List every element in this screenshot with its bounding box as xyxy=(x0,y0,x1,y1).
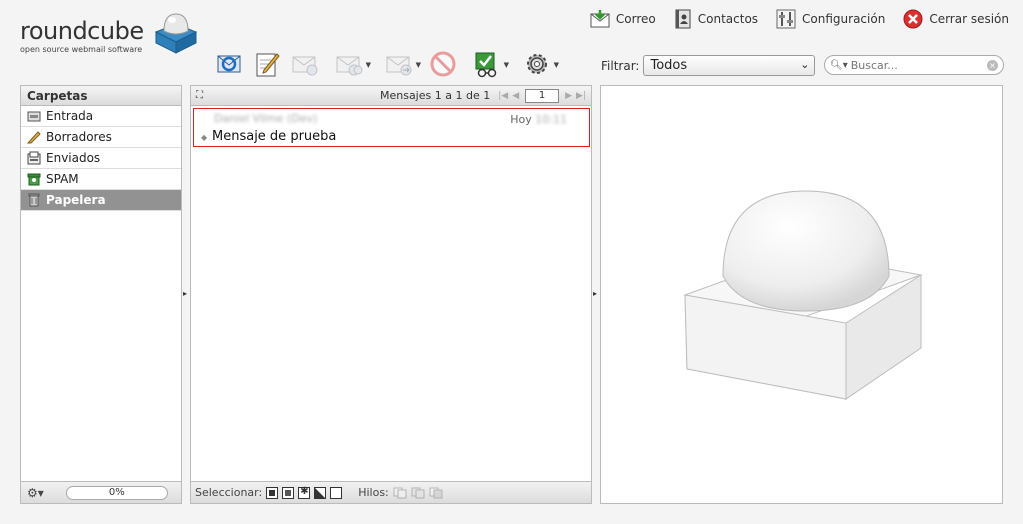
refresh-icon xyxy=(217,55,241,73)
message-row[interactable]: Daniel Vilme (Dev) Hoy 10:11 ◆ Mensaje d… xyxy=(193,108,590,147)
message-count: Mensajes 1 a 1 de 1 xyxy=(379,89,491,102)
folder-list-panel: Carpetas Entrada Borradores Enviados SPA… xyxy=(20,85,182,504)
message-toolbar: ▼ ▼ ▼ ▼ xyxy=(210,46,562,82)
folder-item-sent[interactable]: Enviados xyxy=(21,148,181,169)
message-list-footer: Seleccionar: Hilos: xyxy=(191,481,591,503)
threads-label: Hilos: xyxy=(358,486,389,499)
logout-label: Cerrar sesión xyxy=(929,12,1009,26)
refresh-button[interactable] xyxy=(210,47,248,81)
delete-icon xyxy=(430,51,456,77)
next-page-icon[interactable]: ▶ xyxy=(565,91,572,101)
forward-dropdown-arrow[interactable]: ▼ xyxy=(416,61,421,69)
previous-page-icon[interactable]: ◀ xyxy=(512,91,519,101)
message-status-icon[interactable]: ◆ xyxy=(201,133,207,142)
list-options-icon[interactable]: ⛶ xyxy=(196,90,203,101)
message-list-header: ⛶ Mensajes 1 a 1 de 1 |◀ ◀ 1 ▶ ▶| xyxy=(191,86,591,106)
folder-list-footer: ⚙▾ 0% xyxy=(21,481,181,503)
expand-unread-threads-icon[interactable] xyxy=(411,487,425,499)
message-date-time: 10:11 xyxy=(535,113,567,126)
message-subject: Mensaje de prueba xyxy=(212,129,337,144)
first-page-icon[interactable]: |◀ xyxy=(498,91,508,101)
settings-icon xyxy=(776,9,796,29)
folder-actions-gear-icon[interactable]: ⚙▾ xyxy=(27,486,44,500)
mail-button[interactable]: Correo xyxy=(590,9,656,29)
more-dropdown-arrow[interactable]: ▼ xyxy=(554,61,559,69)
mail-label: Correo xyxy=(615,12,656,26)
message-sender: Daniel Vilme (Dev) xyxy=(214,112,318,125)
folder-label: Borradores xyxy=(46,130,112,144)
folder-label: Entrada xyxy=(46,109,94,123)
compose-button[interactable] xyxy=(248,47,286,81)
address-book-icon xyxy=(675,9,691,29)
folder-label: Papelera xyxy=(46,193,106,207)
contacts-label: Contactos xyxy=(697,12,759,26)
compose-icon xyxy=(256,53,280,77)
forward-button[interactable]: ▼ xyxy=(374,47,424,81)
logout-icon xyxy=(903,9,923,29)
mark-dropdown-arrow[interactable]: ▼ xyxy=(504,61,509,69)
expand-threads-icon[interactable] xyxy=(393,487,407,499)
delete-button[interactable] xyxy=(424,47,462,81)
clear-search-icon[interactable]: × xyxy=(987,59,998,71)
trash-icon xyxy=(28,193,40,207)
taskbar: Correo Contactos Configuración Cerrar se… xyxy=(590,7,1009,31)
folder-label: Enviados xyxy=(46,151,101,165)
select-all-button[interactable] xyxy=(266,486,279,499)
roundcube-logo: roundcube open source webmail software xyxy=(18,8,203,56)
mark-button[interactable]: ▼ xyxy=(462,47,512,81)
folder-item-trash[interactable]: Papelera xyxy=(21,190,181,211)
message-date: Hoy 10:11 xyxy=(510,113,567,126)
select-invert-button[interactable] xyxy=(314,486,327,499)
folder-list-title: Carpetas xyxy=(21,86,181,106)
left-splitter-handle[interactable]: ▸ xyxy=(183,289,187,298)
folder-item-inbox[interactable]: Entrada xyxy=(21,106,181,127)
search-icon[interactable]: 🔍︎▾ xyxy=(830,60,848,71)
reply-all-dropdown-arrow[interactable]: ▼ xyxy=(366,61,371,69)
filter-selected-value: Todos xyxy=(650,58,688,73)
logo-brand-text: roundcube xyxy=(20,17,144,45)
spam-icon xyxy=(27,173,41,186)
message-preview-panel xyxy=(600,85,1003,504)
inbox-icon xyxy=(27,111,41,122)
select-unread-button[interactable] xyxy=(298,486,311,499)
mark-icon xyxy=(475,52,497,78)
folder-label: SPAM xyxy=(46,172,79,186)
reply-all-icon xyxy=(336,56,363,76)
filter-select[interactable]: Todos ⌄ xyxy=(643,55,816,76)
select-page-button[interactable] xyxy=(282,486,295,499)
chevron-down-icon: ⌄ xyxy=(800,58,810,71)
select-none-button[interactable] xyxy=(330,486,343,499)
settings-label: Configuración xyxy=(802,12,886,26)
message-list-panel: ⛶ Mensajes 1 a 1 de 1 |◀ ◀ 1 ▶ ▶| Daniel… xyxy=(190,85,592,504)
logo-cube-icon xyxy=(154,13,198,54)
message-date-prefix: Hoy xyxy=(510,113,532,126)
forward-icon xyxy=(386,56,412,76)
logo-tagline: open source webmail software xyxy=(20,45,143,54)
mail-icon xyxy=(590,10,610,28)
more-button[interactable]: ▼ xyxy=(512,47,562,81)
quota-indicator: 0% xyxy=(65,485,168,500)
reply-icon xyxy=(292,56,318,76)
folder-item-drafts[interactable]: Borradores xyxy=(21,127,181,148)
filter-box: Filtrar: Todos ⌄ xyxy=(601,55,816,76)
pencil-icon xyxy=(27,131,41,144)
page-number-input[interactable]: 1 xyxy=(525,88,560,103)
sent-icon xyxy=(27,151,41,165)
reply-button[interactable] xyxy=(286,47,324,81)
search-input[interactable] xyxy=(850,58,981,72)
collapse-threads-icon[interactable] xyxy=(429,487,443,499)
filter-label: Filtrar: xyxy=(601,58,640,73)
roundcube-watermark-icon xyxy=(683,190,923,400)
right-splitter-handle[interactable]: ▸ xyxy=(593,289,597,298)
gear-icon xyxy=(527,54,547,74)
reply-all-button[interactable]: ▼ xyxy=(324,47,374,81)
contacts-button[interactable]: Contactos xyxy=(674,9,758,29)
logout-button[interactable]: Cerrar sesión xyxy=(903,9,1009,29)
select-label: Seleccionar: xyxy=(195,486,263,499)
folder-item-spam[interactable]: SPAM xyxy=(21,169,181,190)
last-page-icon[interactable]: ▶| xyxy=(576,91,586,101)
settings-button[interactable]: Configuración xyxy=(776,9,885,29)
search-box: 🔍︎▾ × xyxy=(824,55,1004,75)
